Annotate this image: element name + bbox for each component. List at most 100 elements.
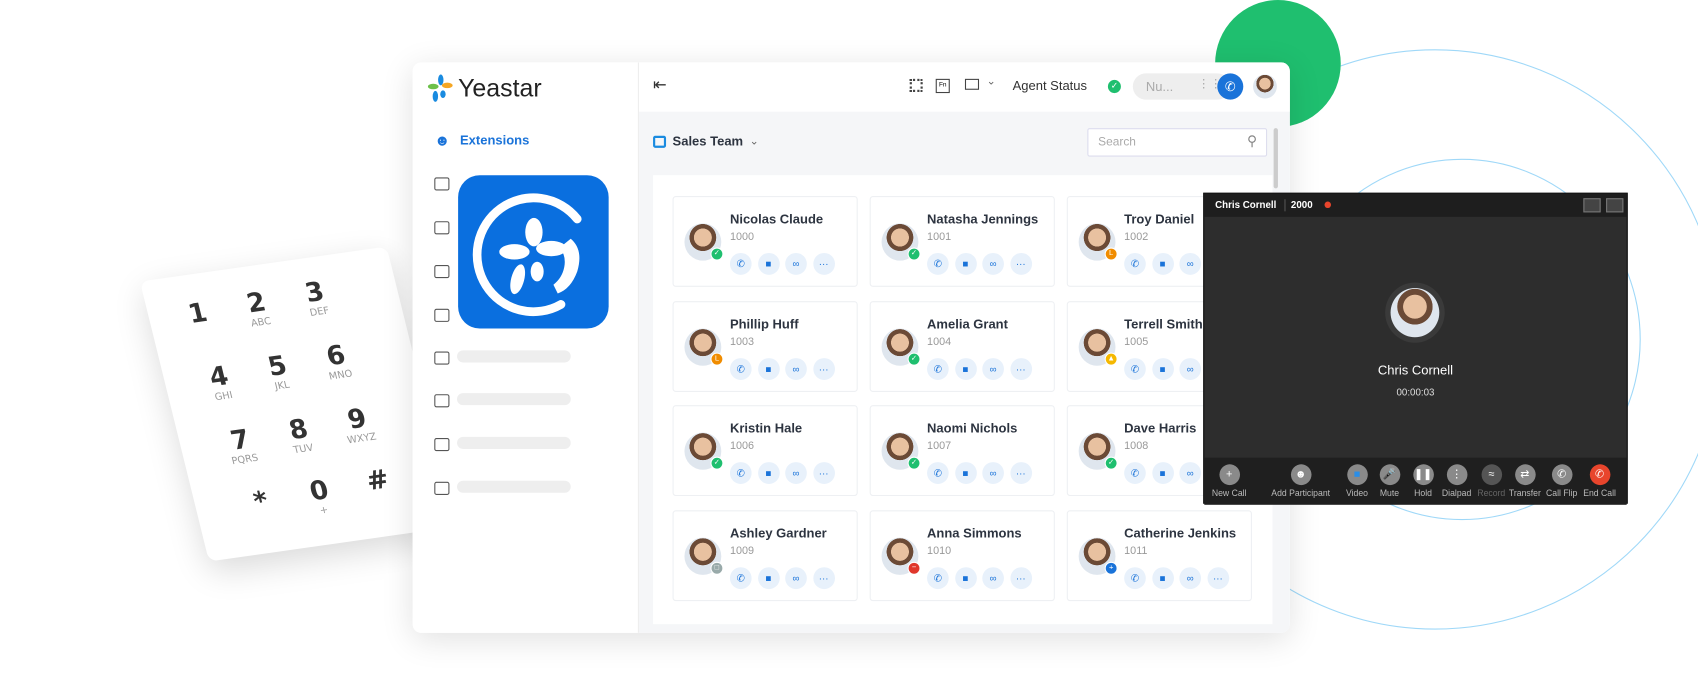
voicemail-icon[interactable] [434, 394, 450, 408]
contacts-icon[interactable] [434, 177, 450, 191]
video-call-icon[interactable]: ■ [954, 566, 977, 589]
keypad-key-8[interactable]: 8 TUV [268, 411, 332, 459]
call-icon[interactable]: ✆ [1124, 462, 1146, 484]
call-icon[interactable]: ✆ [729, 252, 752, 275]
monitor-icon[interactable] [434, 264, 450, 279]
number-input[interactable]: Nu... [1146, 79, 1173, 94]
keypad-key-11[interactable]: 0 + [289, 472, 353, 520]
extension-card[interactable]: ✓ Natasha Jennings 1001 ✆ ■ ∞ ··· [869, 196, 1055, 287]
voicemail-icon[interactable]: ∞ [785, 566, 807, 589]
qr-code-icon[interactable] [909, 78, 923, 92]
extension-card[interactable]: ✓ Naomi Nichols 1007 ✆ ■ ∞ ··· [869, 405, 1055, 497]
video-call-icon[interactable]: ■ [1151, 566, 1174, 589]
voicemail-icon[interactable]: ∞ [785, 357, 807, 380]
call-icon[interactable]: ✆ [1124, 252, 1146, 275]
call-button[interactable]: ✆ [1217, 73, 1244, 100]
voicemail-icon[interactable]: ∞ [982, 462, 1004, 484]
video-call-icon[interactable]: ■ [757, 462, 780, 484]
user-avatar[interactable] [1253, 74, 1277, 99]
more-icon[interactable]: ··· [1009, 462, 1032, 484]
add-participant-button[interactable]: ☻ Add Participant [1268, 464, 1333, 498]
extension-card[interactable]: □ Ashley Gardner 1009 ✆ ■ ∞ ··· [672, 509, 858, 601]
microphone-icon[interactable] [434, 438, 450, 452]
call-icon[interactable]: ✆ [729, 357, 752, 380]
voicemail-icon[interactable]: ∞ [982, 252, 1004, 275]
more-icon[interactable]: ··· [812, 566, 835, 589]
video-call-icon[interactable]: ■ [757, 357, 780, 380]
status-away-icon: L [1104, 247, 1118, 261]
call-icon[interactable]: ✆ [927, 252, 949, 275]
search-box[interactable]: Search ⚲ [1087, 128, 1268, 157]
number-input-pill[interactable]: Nu... ⋮⋮ [1132, 73, 1231, 100]
extension-card[interactable]: ✓ Amelia Grant 1004 ✆ ■ ∞ ··· [869, 300, 1055, 392]
extension-card[interactable]: L Phillip Huff 1003 ✆ ■ ∞ ··· [672, 300, 858, 392]
report-icon[interactable] [434, 351, 450, 365]
fullscreen-icon[interactable] [1606, 198, 1624, 213]
more-icon[interactable]: ··· [1009, 252, 1032, 275]
voicemail-icon[interactable]: ∞ [982, 566, 1004, 589]
sidebar-item-placeholder[interactable] [457, 480, 571, 493]
keypad-key-10[interactable]: * [230, 482, 291, 520]
settings-list-icon[interactable] [434, 481, 450, 495]
keypad-key-7[interactable]: 7 PQRS [210, 421, 274, 469]
video-call-icon[interactable]: ■ [757, 252, 780, 275]
sidebar-item-extensions[interactable]: ☻ Extensions [434, 131, 529, 149]
call-flip-button[interactable]: ✆ Call Flip [1540, 464, 1583, 498]
video-call-icon[interactable]: ■ [1151, 357, 1174, 380]
call-icon[interactable]: ✆ [729, 462, 752, 484]
extension-card[interactable]: ✓ Nicolas Claude 1000 ✆ ■ ∞ ··· [672, 196, 858, 287]
picture-in-picture-icon[interactable] [1583, 198, 1601, 213]
more-icon[interactable]: ··· [1207, 566, 1229, 589]
voicemail-icon[interactable]: ∞ [982, 357, 1004, 380]
scrollbar[interactable] [1273, 128, 1278, 189]
more-icon[interactable]: ··· [812, 357, 835, 380]
agent-status-dropdown[interactable]: Agent Status [1013, 78, 1087, 93]
call-icon[interactable]: ✆ [927, 462, 949, 484]
sidebar-item-placeholder[interactable] [457, 350, 571, 363]
keypad-key-2[interactable]: 2 ABC [226, 284, 290, 332]
more-icon[interactable]: ··· [812, 462, 835, 484]
call-icon[interactable]: ✆ [729, 566, 752, 589]
video-call-icon[interactable]: ■ [757, 566, 780, 589]
more-icon[interactable]: ··· [812, 252, 835, 275]
video-call-icon[interactable]: ■ [954, 462, 977, 484]
voicemail-icon[interactable]: ∞ [1179, 566, 1202, 589]
chevron-down-icon[interactable]: ⌄ [987, 76, 996, 88]
video-call-icon[interactable]: ■ [954, 357, 977, 380]
more-icon[interactable]: ··· [1009, 357, 1032, 380]
video-call-icon[interactable]: ■ [1151, 252, 1174, 275]
more-icon[interactable]: ··· [1009, 566, 1032, 589]
voicemail-icon[interactable]: ∞ [1179, 252, 1202, 275]
video-call-icon[interactable]: ■ [1151, 462, 1174, 484]
call-icon[interactable]: ✆ [1124, 357, 1146, 380]
call-icon[interactable]: ✆ [1124, 566, 1146, 589]
keypad-key-1[interactable]: 1 [167, 294, 228, 332]
voicemail-icon[interactable]: ∞ [1179, 462, 1202, 484]
group-selector[interactable]: Sales Team ⌄ [653, 134, 759, 149]
voicemail-icon[interactable]: ∞ [785, 462, 807, 484]
search-input[interactable]: Search [1098, 136, 1136, 149]
call-icon[interactable]: ✆ [927, 357, 949, 380]
call-icon[interactable]: ✆ [927, 566, 949, 589]
collapse-menu-icon[interactable]: ⇤ [653, 74, 667, 95]
end-call-button[interactable]: ✆ End Call [1578, 464, 1621, 498]
voicemail-icon[interactable]: ∞ [785, 252, 807, 275]
keypad-key-3[interactable]: 3 DEF [284, 273, 348, 321]
conference-icon[interactable] [434, 221, 450, 235]
new-call-button[interactable]: + New Call [1208, 464, 1251, 498]
sidebar-item-placeholder[interactable] [457, 393, 571, 406]
desktop-icon[interactable] [964, 78, 980, 90]
keypad-key-6[interactable]: 6 MNO [305, 337, 369, 385]
voicemail-icon[interactable]: ∞ [1179, 357, 1202, 380]
extension-card[interactable]: ✓ Kristin Hale 1006 ✆ ■ ∞ ··· [672, 405, 858, 497]
extension-card[interactable]: − Anna Simmons 1010 ✆ ■ ∞ ··· [869, 509, 1055, 601]
keypad-key-12[interactable]: # [347, 461, 408, 499]
keypad-key-9[interactable]: 9 WXYZ [326, 400, 390, 448]
keypad-key-4[interactable]: 4 GHI [188, 358, 252, 406]
sidebar-item-placeholder[interactable] [457, 436, 571, 449]
video-call-icon[interactable]: ■ [954, 252, 977, 275]
fn-key-icon[interactable]: Fn [935, 78, 950, 94]
keypad-key-5[interactable]: 5 JKL [247, 347, 311, 395]
extension-card[interactable]: + Catherine Jenkins 1011 ✆ ■ ∞ ··· [1066, 509, 1252, 601]
headset-icon[interactable] [434, 308, 450, 322]
